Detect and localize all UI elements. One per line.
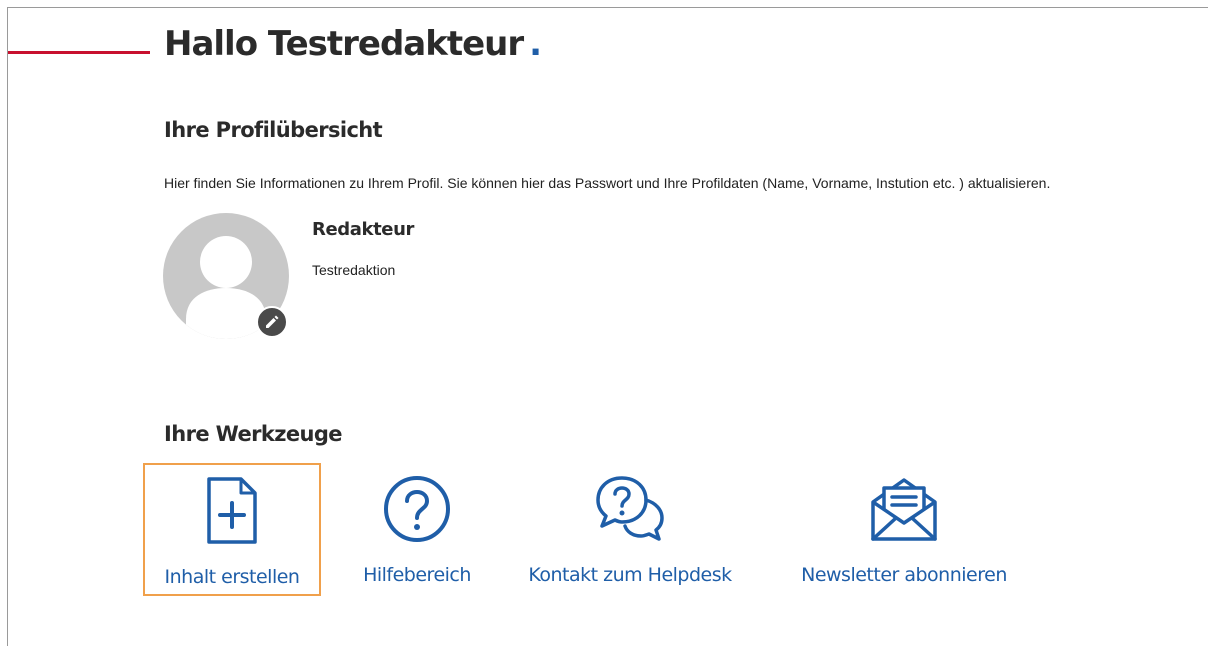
tool-help-area[interactable]: Hilfebereich: [350, 463, 484, 596]
tool-label: Newsletter abonnieren: [801, 564, 1007, 586]
profile-description: Hier finden Sie Informationen zu Ihrem P…: [164, 175, 1051, 191]
heading-accent-line: [8, 51, 150, 54]
chat-question-icon: [596, 476, 664, 541]
tool-label: Hilfebereich: [363, 564, 471, 586]
question-circle-icon: [384, 476, 450, 542]
tool-create-content[interactable]: Inhalt erstellen: [143, 463, 321, 596]
tool-helpdesk-contact[interactable]: Kontakt zum Helpdesk: [502, 463, 758, 596]
tool-label: Kontakt zum Helpdesk: [528, 564, 732, 586]
profile-section-title: Ihre Profilübersicht: [164, 118, 383, 142]
pencil-icon: [266, 315, 279, 328]
window-top-border: [7, 7, 1208, 8]
page-title: Hallo Testredakteur.: [164, 24, 542, 64]
document-plus-icon: [207, 477, 257, 544]
profile-name: Redakteur: [312, 219, 414, 240]
profile-organization: Testredaktion: [312, 262, 396, 278]
envelope-open-icon: [871, 478, 937, 541]
greeting-text: Hallo Testredakteur: [164, 24, 524, 64]
window-left-border: [7, 7, 8, 646]
greeting-dot: .: [529, 24, 542, 64]
tools-section-title: Ihre Werkzeuge: [164, 422, 343, 446]
tool-newsletter-subscribe[interactable]: Newsletter abonnieren: [788, 463, 1020, 596]
tool-label: Inhalt erstellen: [164, 566, 300, 588]
edit-avatar-button[interactable]: [256, 306, 288, 338]
